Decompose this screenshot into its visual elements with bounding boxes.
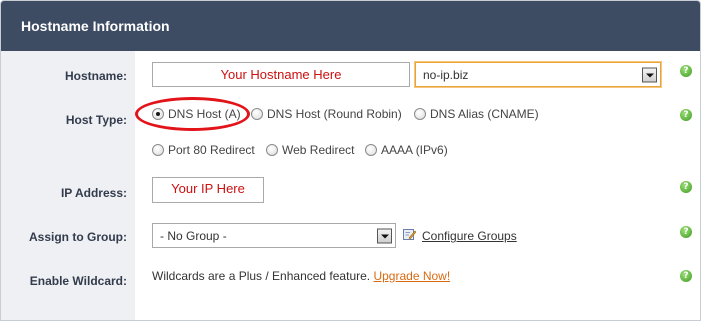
panel-header: Hostname Information	[1, 1, 700, 51]
domain-select[interactable]: no-ip.biz	[415, 62, 661, 87]
radio-dns-host-round-robin[interactable]: DNS Host (Round Robin)	[251, 107, 402, 121]
radio-label: DNS Host (A)	[168, 107, 241, 121]
hostname-label: Hostname:	[64, 69, 127, 83]
radio-button[interactable]	[251, 108, 263, 120]
upgrade-now-link[interactable]: Upgrade Now!	[373, 269, 450, 283]
group-select[interactable]: - No Group -	[152, 223, 396, 248]
wildcard-note-text: Wildcards are a Plus / Enhanced feature.	[152, 269, 371, 283]
help-icon[interactable]: ?	[680, 270, 692, 282]
configure-groups-link[interactable]: Configure Groups	[422, 229, 517, 243]
radio-label: Web Redirect	[282, 143, 355, 157]
radio-aaaa-ipv6[interactable]: AAAA (IPv6)	[365, 143, 448, 157]
hostname-panel: Hostname Information Hostname: Your Host…	[0, 0, 701, 321]
ip-address-label: IP Address:	[60, 186, 127, 200]
edit-icon[interactable]	[403, 228, 416, 241]
radio-web-redirect[interactable]: Web Redirect	[266, 143, 354, 157]
radio-button[interactable]	[266, 144, 278, 156]
radio-dns-alias-cname[interactable]: DNS Alias (CNAME)	[414, 107, 539, 121]
hostname-input[interactable]: Your Hostname Here	[152, 62, 410, 87]
host-type-label: Host Type:	[65, 113, 127, 127]
radio-port-80-redirect[interactable]: Port 80 Redirect	[152, 143, 255, 157]
domain-select-value: no-ip.biz	[423, 67, 469, 82]
enable-wildcard-label: Enable Wildcard:	[29, 274, 127, 288]
radio-button[interactable]	[152, 108, 164, 120]
wildcard-note: Wildcards are a Plus / Enhanced feature.…	[152, 269, 450, 283]
radio-button[interactable]	[414, 108, 426, 120]
radio-label: DNS Alias (CNAME)	[430, 107, 539, 121]
radio-label: Port 80 Redirect	[168, 143, 255, 157]
chevron-down-icon[interactable]	[642, 67, 657, 82]
radio-label: DNS Host (Round Robin)	[267, 107, 402, 121]
help-icon[interactable]: ?	[680, 109, 692, 121]
group-select-value: - No Group -	[160, 228, 227, 243]
chevron-down-icon[interactable]	[377, 228, 392, 243]
radio-button[interactable]	[152, 144, 164, 156]
radio-button[interactable]	[365, 144, 377, 156]
ip-address-input[interactable]: Your IP Here	[152, 177, 264, 203]
help-icon[interactable]: ?	[680, 65, 692, 77]
radio-label: AAAA (IPv6)	[381, 143, 448, 157]
help-icon[interactable]: ?	[680, 226, 692, 238]
help-icon[interactable]: ?	[680, 181, 692, 193]
assign-group-label: Assign to Group:	[29, 230, 127, 244]
radio-dns-host-a[interactable]: DNS Host (A)	[152, 107, 241, 121]
panel-title: Hostname Information	[21, 18, 170, 34]
